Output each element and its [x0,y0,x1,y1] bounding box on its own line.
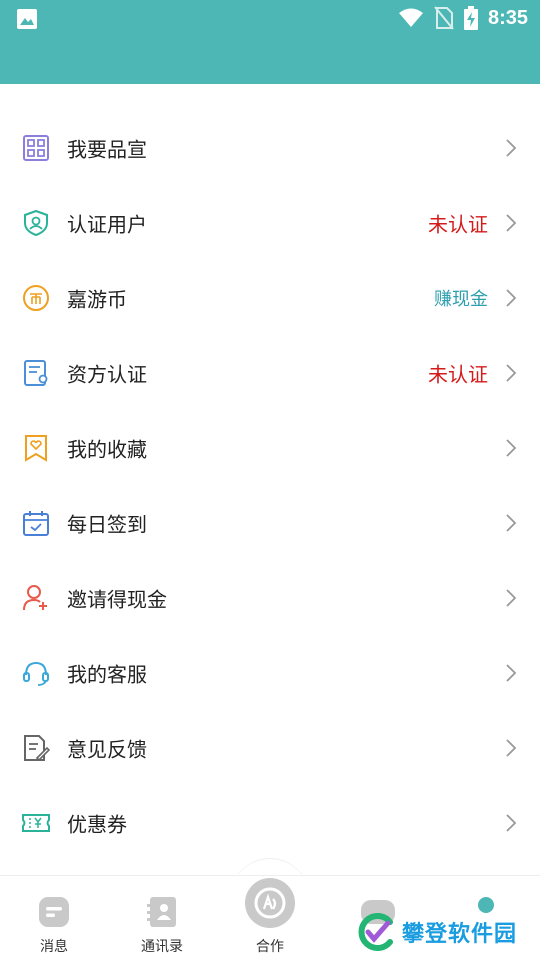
menu-label: 优惠券 [67,812,127,836]
cooperate-icon [245,878,295,928]
menu-item-brand-promo[interactable]: 我要品宣 [0,110,540,185]
chevron-right-icon [506,513,517,532]
menu-label: 意见反馈 [67,737,147,761]
chevron-right-icon [506,588,517,607]
menu-label: 认证用户 [67,212,147,236]
feedback-doc-icon [24,734,50,761]
chevron-right-icon [506,138,517,157]
user-add-icon [23,584,47,610]
menu-label: 嘉游币 [67,287,127,311]
menu-item-daily-checkin[interactable]: 每日签到 [0,485,540,560]
menu-label: 我要品宣 [67,137,147,161]
certificate-icon [24,359,48,386]
profile-menu: 我要品宣 认证用户 未认证 嘉游币 赚现金 资方认证 未认证 我的收藏 每日签到… [0,110,540,860]
tab-label: 消息 [40,939,68,955]
header-bar: 8:35 [0,0,540,84]
menu-item-verified-user[interactable]: 认证用户 未认证 [0,185,540,260]
calendar-check-icon [23,510,49,536]
tab-cooperate[interactable]: 合作 [230,876,310,961]
tab-label: 通讯录 [141,939,183,955]
shield-user-icon [24,209,48,236]
message-icon [39,897,69,927]
menu-item-investor-verify[interactable]: 资方认证 未认证 [0,335,540,410]
chevron-right-icon [506,363,517,382]
tab-messages[interactable]: 消息 [14,876,94,961]
menu-item-coupons[interactable]: 优惠券 [0,785,540,860]
coin-icon [23,284,49,311]
status-badge: 未认证 [428,362,488,386]
chevron-right-icon [506,663,517,682]
watermark-logo-icon [358,913,393,951]
menu-item-favorites[interactable]: 我的收藏 [0,410,540,485]
menu-item-feedback[interactable]: 意见反馈 [0,710,540,785]
earn-cash-link[interactable]: 赚现金 [434,285,488,311]
tab-contacts[interactable]: 通讯录 [122,876,202,961]
ticket-icon [22,813,50,832]
image-icon [17,9,37,29]
chevron-right-icon [506,438,517,457]
menu-label: 资方认证 [67,362,147,386]
clock: 8:35 [487,6,528,29]
chevron-right-icon [506,213,517,232]
battery-charging-icon [463,6,478,30]
grid-icon [23,134,49,161]
menu-item-invite-cash[interactable]: 邀请得现金 [0,560,540,635]
menu-label: 邀请得现金 [67,587,167,611]
status-icons: 8:35 [398,4,528,32]
contacts-icon [147,897,176,927]
no-sim-icon [434,6,454,30]
chevron-right-icon [506,288,517,307]
chevron-right-icon [506,813,517,832]
menu-label: 我的收藏 [67,437,147,461]
wifi-icon [398,8,423,27]
menu-item-coins[interactable]: 嘉游币 赚现金 [0,260,540,335]
menu-item-customer-service[interactable]: 我的客服 [0,635,540,710]
status-badge: 未认证 [428,212,488,236]
watermark-text: 攀登软件园 [402,922,518,947]
tab-label: 合作 [256,939,284,955]
menu-label: 我的客服 [67,662,147,686]
headset-icon [23,661,49,686]
chevron-right-icon [506,738,517,757]
watermark: 攀登软件园 [356,912,517,952]
menu-label: 每日签到 [67,512,147,536]
heart-bookmark-icon [25,434,47,462]
